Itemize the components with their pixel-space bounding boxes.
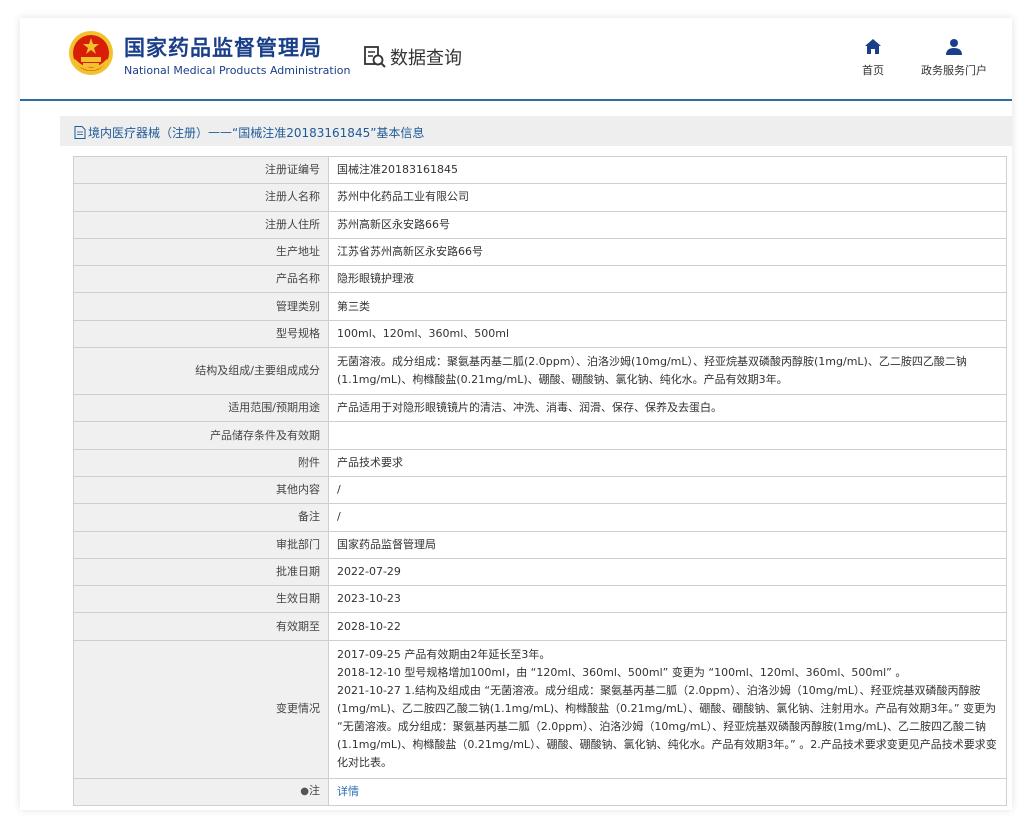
document-icon — [74, 125, 86, 139]
row-value: 产品适用于对隐形眼镜镜片的清洁、冲洗、消毒、润滑、保存、保养及去蛋白。 — [328, 394, 1007, 423]
table-row: 审批部门 国家药品监督管理局 — [73, 530, 1007, 559]
table-row: 注册人住所 苏州高新区永安路66号 — [73, 210, 1007, 239]
org-name-cn: 国家药品监督管理局 — [124, 36, 322, 60]
detail-panel: 境内医疗器械（注册） —— “国械注准20183161845”基本信息 注册证编… — [60, 116, 1012, 810]
nav-home-label: 首页 — [862, 64, 884, 77]
row-label: 审批部门 — [73, 530, 329, 559]
row-value: 江苏省苏州高新区永安路66号 — [328, 237, 1007, 267]
row-value: 隐形眼镜护理液 — [328, 265, 1007, 294]
table-row: 产品名称 隐形眼镜护理液 — [73, 265, 1007, 294]
home-icon — [865, 39, 881, 54]
table-row: 注册证编号 国械注准20183161845 — [73, 155, 1007, 185]
table-row-note: ●注 详情 — [73, 777, 1007, 807]
row-label: 产品名称 — [73, 265, 329, 294]
table-row: 生效日期 2023-10-23 — [73, 585, 1007, 614]
table-row: 适用范围/预期用途 产品适用于对隐形眼镜镜片的清洁、冲洗、消毒、润滑、保存、保养及… — [73, 394, 1007, 423]
site-header: 国家药品监督管理局 National Medical Products Admi… — [20, 18, 1012, 101]
nav-gov-service-portal[interactable]: 政务服务门户 — [916, 38, 992, 78]
row-label: 注册人住所 — [73, 210, 329, 239]
pin-icon: ● — [300, 786, 309, 798]
org-name-en: National Medical Products Administration — [124, 64, 351, 77]
table-row: 批准日期 2022-07-29 — [73, 557, 1007, 587]
row-value: 国械注准20183161845 — [328, 155, 1007, 185]
row-label: 适用范围/预期用途 — [73, 394, 329, 423]
page: 国家药品监督管理局 National Medical Products Admi… — [20, 18, 1012, 810]
row-value: / — [328, 475, 1007, 505]
change-entry: 2018-12-10 型号规格增加100ml，由 “120ml、360ml、50… — [337, 666, 907, 680]
row-label: 备注 — [73, 503, 329, 532]
table-row: 注册人名称 苏州中化药品工业有限公司 — [73, 183, 1007, 212]
table-row: 管理类别 第三类 — [73, 292, 1007, 321]
row-value: 苏州高新区永安路66号 — [328, 210, 1007, 239]
note-value: 详情 — [328, 777, 1007, 807]
row-label: 其他内容 — [73, 475, 329, 505]
panel-title: 境内医疗器械（注册） —— “国械注准20183161845”基本信息 — [74, 122, 424, 142]
note-label-cell: ●注 — [73, 777, 329, 807]
row-value: 国家药品监督管理局 — [328, 530, 1007, 559]
change-entry: 2017-09-25 产品有效期由2年延长至3年。 — [337, 648, 551, 662]
row-label: 注册人名称 — [73, 183, 329, 212]
row-value: 2023-10-23 — [328, 585, 1007, 614]
row-label: 注册证编号 — [73, 155, 329, 185]
details-link[interactable]: 详情 — [337, 785, 359, 798]
row-label: 批准日期 — [73, 557, 329, 587]
row-value: / — [328, 503, 1007, 532]
nav-home[interactable]: 首页 — [858, 38, 888, 78]
row-value: 产品技术要求 — [328, 448, 1007, 477]
row-value: 无菌溶液。成分组成：聚氨基丙基二胍(2.0ppm）、泊洛沙姆(10mg/mL）、… — [328, 347, 1007, 396]
row-value: 100ml、120ml、360ml、500ml — [328, 319, 1007, 349]
data-query-title: 数据查询 — [362, 44, 462, 70]
info-table: 注册证编号 国械注准20183161845 注册人名称 苏州中化药品工业有限公司 注… — [73, 155, 1007, 807]
table-row: 其他内容 / — [73, 475, 1007, 505]
row-value: 第三类 — [328, 292, 1007, 321]
nav-gov-label: 政务服务门户 — [921, 64, 987, 77]
row-value: 2028-10-22 — [328, 612, 1007, 641]
note-label: 注 — [309, 784, 320, 798]
row-value — [328, 421, 1007, 450]
changes-label: 变更情况 — [73, 639, 329, 779]
table-row: 结构及组成/主要组成成分 无菌溶液。成分组成：聚氨基丙基二胍(2.0ppm）、泊洛… — [73, 347, 1007, 396]
panel-title-sep: —— — [208, 125, 233, 139]
row-label: 产品储存条件及有效期 — [73, 421, 329, 450]
row-label: 结构及组成/主要组成成分 — [73, 347, 329, 396]
changes-value: 2017-09-25 产品有效期由2年延长至3年。 2018-12-10 型号规… — [328, 639, 1007, 779]
change-entry: 2021-10-27 1.结构及组成由 “无菌溶液。成分组成：聚氨基丙基二胍（2… — [337, 684, 997, 770]
table-row: 生产地址 江苏省苏州高新区永安路66号 — [73, 237, 1007, 267]
panel-title-main: “国械注准20183161845”基本信息 — [232, 125, 425, 140]
row-label: 管理类别 — [73, 292, 329, 321]
row-label: 生产地址 — [73, 237, 329, 267]
document-search-icon — [364, 46, 386, 68]
user-icon — [946, 39, 962, 55]
table-row-changes: 变更情况 2017-09-25 产品有效期由2年延长至3年。 2018-12-1… — [73, 639, 1007, 779]
table-row: 产品储存条件及有效期 — [73, 421, 1007, 450]
row-label: 有效期至 — [73, 612, 329, 641]
table-row: 型号规格 100ml、120ml、360ml、500ml — [73, 319, 1007, 349]
table-row: 附件 产品技术要求 — [73, 448, 1007, 477]
row-value: 2022-07-29 — [328, 557, 1007, 587]
table-row: 备注 / — [73, 503, 1007, 532]
row-label: 生效日期 — [73, 585, 329, 614]
row-label: 型号规格 — [73, 319, 329, 349]
data-query-label: 数据查询 — [390, 48, 462, 69]
row-value: 苏州中化药品工业有限公司 — [328, 183, 1007, 212]
panel-body: 注册证编号 国械注准20183161845 注册人名称 苏州中化药品工业有限公司 注… — [60, 146, 1012, 810]
table-row: 有效期至 2028-10-22 — [73, 612, 1007, 641]
panel-title-prefix: 境内医疗器械（注册） — [88, 125, 209, 140]
row-label: 附件 — [73, 448, 329, 477]
national-emblem-icon — [69, 31, 113, 75]
